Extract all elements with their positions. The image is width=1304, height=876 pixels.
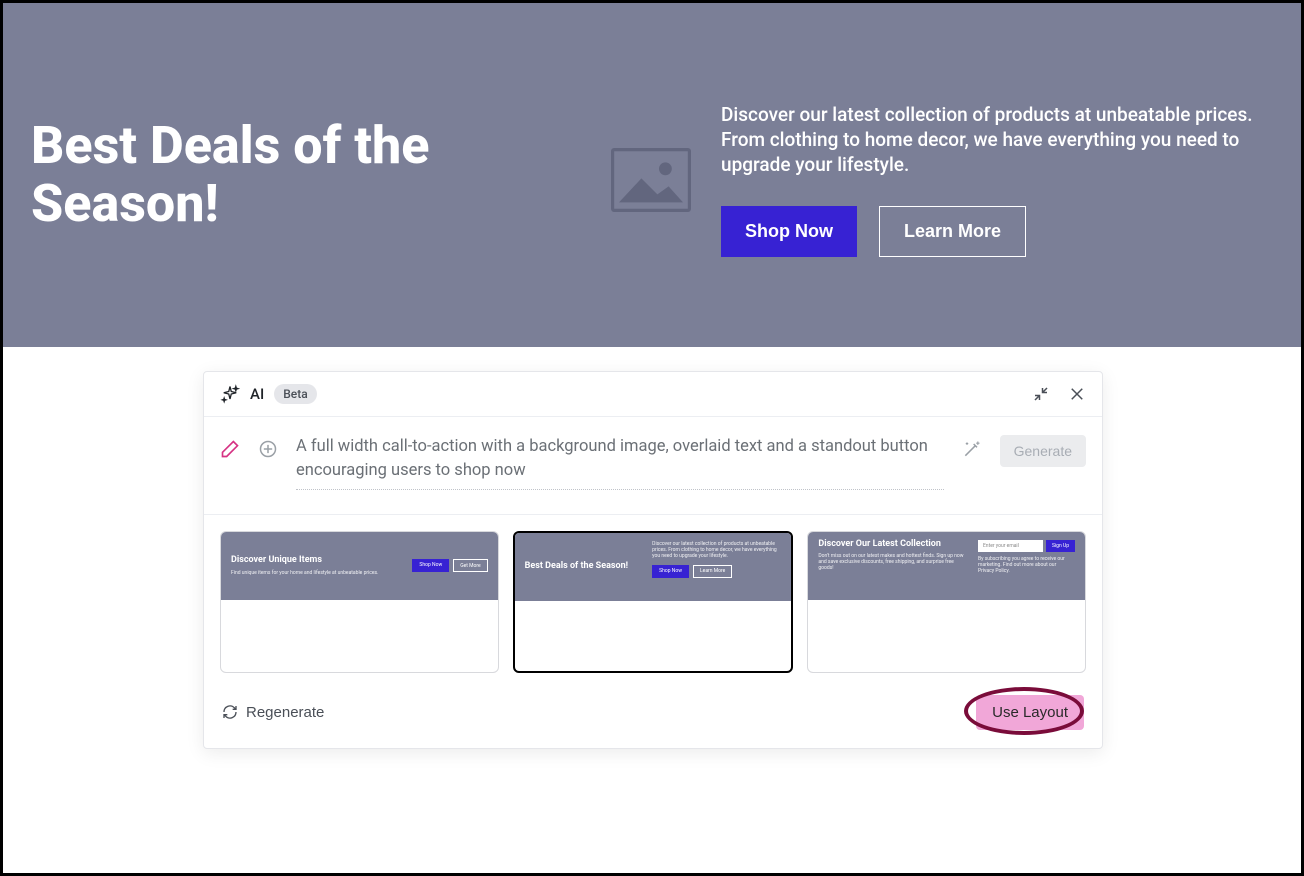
layout-option-2[interactable]: Best Deals of the Season! Discover our l… [513, 531, 794, 673]
layout-2-primary: Shop Now [652, 565, 689, 578]
layout-3-subtext: Don't miss out on our latest makes and h… [818, 553, 968, 571]
generate-button[interactable]: Generate [1000, 435, 1086, 467]
ai-label: AI [250, 385, 264, 403]
layout-2-secondary: Learn More [693, 565, 732, 578]
ai-prompt-row: A full width call-to-action with a backg… [204, 417, 1102, 515]
regenerate-label: Regenerate [246, 704, 324, 721]
hero-title: Best Deals of the Season! [31, 117, 531, 233]
layout-3-input: Enter your email [978, 540, 1043, 552]
layout-1-subtext: Find unique items for your home and life… [231, 570, 404, 576]
layout-1-title: Discover Unique Items [231, 556, 404, 566]
sparkle-icon [220, 384, 240, 404]
add-icon[interactable] [258, 439, 278, 463]
layout-1-secondary: Get More [453, 559, 487, 572]
ai-panel-footer: Regenerate Use Layout [204, 683, 1102, 748]
regenerate-button[interactable]: Regenerate [222, 704, 324, 721]
layout-2-title: Best Deals of the Season! [525, 562, 628, 572]
layout-option-3[interactable]: Discover Our Latest Collection Don't mis… [807, 531, 1086, 673]
refresh-icon [222, 704, 238, 720]
layout-option-1[interactable]: Discover Unique Items Find unique items … [220, 531, 499, 673]
ai-panel: AI Beta [203, 371, 1103, 749]
layout-options: Discover Unique Items Find unique items … [204, 515, 1102, 683]
layout-3-primary: Sign Up [1046, 540, 1075, 552]
layout-2-subtext: Discover our latest collection of produc… [652, 541, 781, 559]
hero-right-column: Discover our latest collection of produc… [721, 93, 1273, 256]
pencil-icon [220, 439, 240, 463]
hero-description: Discover our latest collection of produc… [721, 103, 1273, 177]
hero-banner: Best Deals of the Season! Discover our l… [3, 3, 1301, 347]
magic-wand-icon[interactable] [962, 439, 982, 463]
image-placeholder-icon [611, 140, 691, 220]
collapse-icon[interactable] [1032, 385, 1050, 403]
layout-3-footnote: By subscribing you agree to receive our … [978, 556, 1073, 574]
use-layout-button[interactable]: Use Layout [976, 695, 1084, 730]
beta-badge: Beta [274, 384, 316, 404]
layout-1-primary: Shop Now [412, 559, 449, 572]
shop-now-button[interactable]: Shop Now [721, 206, 857, 257]
layout-3-title: Discover Our Latest Collection [818, 540, 968, 550]
prompt-input[interactable]: A full width call-to-action with a backg… [296, 435, 944, 490]
close-icon[interactable] [1068, 385, 1086, 403]
hero-button-group: Shop Now Learn More [721, 206, 1273, 257]
learn-more-button[interactable]: Learn More [879, 206, 1026, 257]
ai-panel-header: AI Beta [204, 372, 1102, 417]
